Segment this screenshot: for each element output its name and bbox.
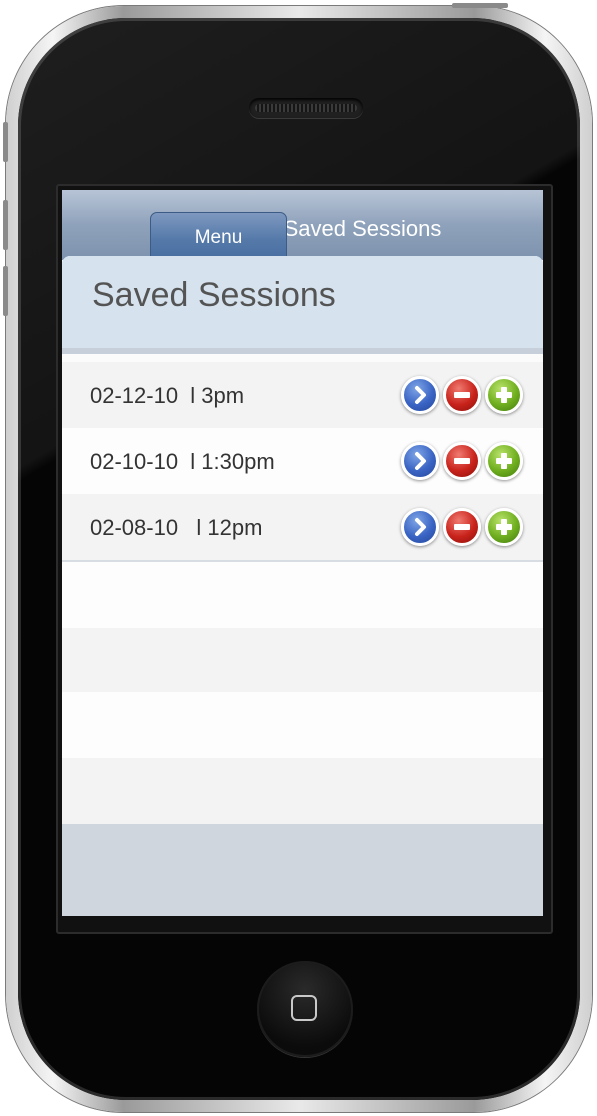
add-session-button[interactable] <box>485 508 523 546</box>
empty-row <box>62 562 543 628</box>
panel-header: Saved Sessions <box>62 256 543 354</box>
add-session-button[interactable] <box>485 442 523 480</box>
navigation-bar: Saved Sessions Menu <box>62 190 543 262</box>
home-button[interactable] <box>257 961 353 1057</box>
chevron-right-icon <box>415 386 426 404</box>
volume-down-button <box>3 266 8 316</box>
open-session-button[interactable] <box>401 508 439 546</box>
plus-icon <box>496 519 512 535</box>
plus-icon <box>496 453 512 469</box>
session-label: 02-12-10 l 3pm <box>90 383 245 408</box>
power-button <box>452 3 508 8</box>
chevron-right-icon <box>415 518 426 536</box>
panel-title: Saved Sessions <box>92 276 336 314</box>
saved-sessions-panel: Saved Sessions 02-12-10 l 3pm 02-10-10 l… <box>62 256 543 916</box>
footer-band <box>62 824 543 916</box>
minus-icon <box>454 392 470 398</box>
session-row[interactable]: 02-08-10 l 12pm <box>62 494 543 560</box>
nav-title: Saved Sessions <box>283 216 442 241</box>
plus-icon <box>496 387 512 403</box>
empty-row <box>62 758 543 824</box>
delete-session-button[interactable] <box>443 442 481 480</box>
empty-row <box>62 692 543 758</box>
mute-switch <box>3 122 8 162</box>
session-actions <box>401 508 527 548</box>
delete-session-button[interactable] <box>443 508 481 546</box>
delete-session-button[interactable] <box>443 376 481 414</box>
open-session-button[interactable] <box>401 376 439 414</box>
home-square-icon <box>291 995 317 1021</box>
empty-row <box>62 628 543 692</box>
chevron-right-icon <box>415 452 426 470</box>
session-actions <box>401 442 527 482</box>
minus-icon <box>454 524 470 530</box>
session-row[interactable]: 02-12-10 l 3pm <box>62 362 543 428</box>
earpiece-speaker <box>249 98 363 118</box>
session-row[interactable]: 02-10-10 l 1:30pm <box>62 428 543 494</box>
minus-icon <box>454 458 470 464</box>
open-session-button[interactable] <box>401 442 439 480</box>
session-label: 02-08-10 l 12pm <box>90 515 263 540</box>
session-label: 02-10-10 l 1:30pm <box>90 449 275 474</box>
volume-up-button <box>3 200 8 250</box>
add-session-button[interactable] <box>485 376 523 414</box>
app-screen: Saved Sessions Menu Saved Sessions 02-12… <box>62 190 543 916</box>
session-actions <box>401 376 527 416</box>
menu-button[interactable]: Menu <box>150 212 287 262</box>
